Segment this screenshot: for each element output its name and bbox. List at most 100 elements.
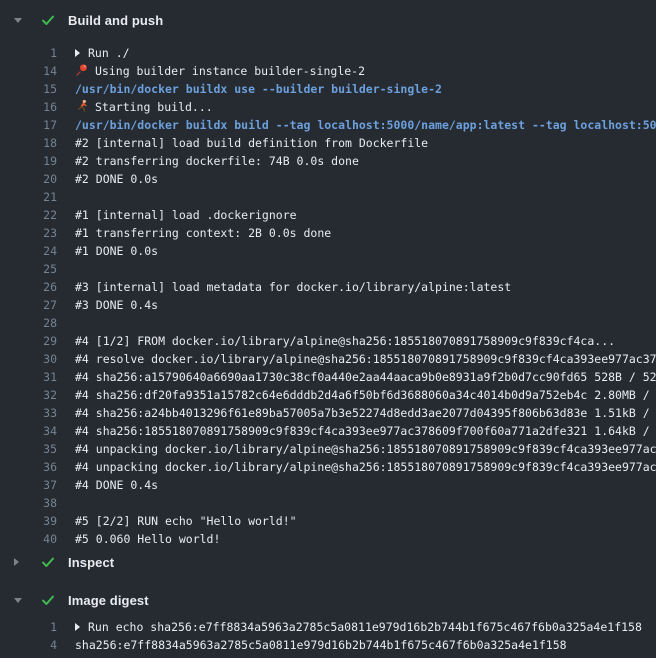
chevron-shape [14,558,19,566]
log-line-content [75,314,656,332]
line-number[interactable]: 24 [0,242,57,260]
section-title: Build and push [68,13,163,28]
log-text: #1 [internal] load .dockerignore [75,208,297,222]
line-number[interactable]: 4 [0,636,57,654]
log-line-content: #4 sha256:df20fa9351a15782c64e6dddb2d4a6… [75,386,656,404]
log-text: Using builder instance builder-single-2 [95,64,365,78]
log-text: Run ./ [88,46,130,60]
line-number[interactable]: 34 [0,422,57,440]
line-number[interactable]: 28 [0,314,57,332]
log-text: #4 unpacking docker.io/library/alpine@sh… [75,442,656,456]
log-line: 31 #4 sha256:a15790640a6690aa1730c38cf0a4… [0,368,656,386]
runner-icon [75,99,89,113]
log-line-content: Run echo sha256:e7ff8834a5963a2785c5a081… [75,618,656,636]
log-line: 21 [0,188,656,206]
log-line-content: #4 unpacking docker.io/library/alpine@sh… [75,440,656,458]
line-number[interactable]: 27 [0,296,57,314]
log-line: 23 #1 transferring context: 2B 0.0s done [0,224,656,242]
log-line-content: Using builder instance builder-single-2 [75,62,656,80]
line-number[interactable]: 33 [0,404,57,422]
log-line: 39 #5 [2/2] RUN echo "Hello world!" [0,512,656,530]
line-number[interactable]: 16 [0,98,57,116]
log-line-content: #5 [2/2] RUN echo "Hello world!" [75,512,656,530]
log-line: 25 [0,260,656,278]
line-number[interactable]: 36 [0,458,57,476]
section-header-image-digest[interactable]: Image digest [0,588,656,612]
log-text: #1 DONE 0.0s [75,244,158,258]
line-number[interactable]: 35 [0,440,57,458]
log-text: #2 DONE 0.0s [75,172,158,186]
log-line-content: sha256:e7ff8834a5963a2785c5a0811e979d16b… [75,636,656,654]
line-number[interactable]: 32 [0,386,57,404]
chevron-down-icon[interactable] [14,598,24,603]
log-line: 37 #4 DONE 0.4s [0,476,656,494]
log-text: Starting build... [95,100,213,114]
expand-arrow-icon[interactable] [75,623,80,631]
line-number[interactable]: 37 [0,476,57,494]
log-text: #1 transferring context: 2B 0.0s done [75,226,331,240]
log-line: 16 Starting build... [0,98,656,116]
log-line: 1 Run echo sha256:e7ff8834a5963a2785c5a08… [0,618,656,636]
log-line-content: /usr/bin/docker buildx use --builder bui… [75,80,656,98]
line-number[interactable]: 23 [0,224,57,242]
log-line: 22 #1 [internal] load .dockerignore [0,206,656,224]
log-line-content: #4 DONE 0.4s [75,476,656,494]
chevron-right-icon[interactable] [14,558,24,566]
log-text: sha256:e7ff8834a5963a2785c5a0811e979d16b… [75,638,567,652]
log-line: 4 sha256:e7ff8834a5963a2785c5a0811e979d16… [0,636,656,654]
expand-arrow-icon[interactable] [75,49,80,57]
log-line-content: #4 resolve docker.io/library/alpine@sha2… [75,350,656,368]
line-number[interactable]: 14 [0,62,57,80]
check-icon [40,12,56,28]
log-text: #4 resolve docker.io/library/alpine@sha2… [75,352,656,366]
log-line-content: #4 sha256:a15790640a6690aa1730c38cf0a440… [75,368,656,386]
check-icon [40,592,56,608]
log-line-content: #2 DONE 0.0s [75,170,656,188]
chevron-down-icon[interactable] [14,18,24,23]
log-line: 26 #3 [internal] load metadata for docker… [0,278,656,296]
log-text: #2 [internal] load build definition from… [75,136,428,150]
line-number[interactable]: 29 [0,332,57,350]
log-line-content [75,188,656,206]
log-line-content: #1 [internal] load .dockerignore [75,206,656,224]
log-line: 33 #4 sha256:a24bb4013296f61e89ba57005a7b… [0,404,656,422]
line-number[interactable]: 15 [0,80,57,98]
chevron-shape [14,18,22,23]
log-text: #4 sha256:a15790640a6690aa1730c38cf0a440… [75,370,656,384]
line-number[interactable]: 17 [0,116,57,134]
line-number[interactable]: 26 [0,278,57,296]
line-number[interactable]: 25 [0,260,57,278]
section-title: Image digest [68,593,149,608]
log-line: 36 #4 unpacking docker.io/library/alpine@… [0,458,656,476]
log-line-content: #1 DONE 0.0s [75,242,656,260]
line-number[interactable]: 21 [0,188,57,206]
section-header-inspect[interactable]: Inspect [0,550,656,574]
log-viewer: Build and push1Run ./14Using builder ins… [0,0,656,658]
log-line-content: #3 [internal] load metadata for docker.i… [75,278,656,296]
line-number[interactable]: 31 [0,368,57,386]
chevron-shape [14,598,22,603]
log-line-content: #4 [1/2] FROM docker.io/library/alpine@s… [75,332,656,350]
log-lines-build-and-push: 1 Run ./ 14 Using builder instance builder-… [0,44,656,548]
line-number[interactable]: 20 [0,170,57,188]
log-line-content [75,260,656,278]
line-number[interactable]: 1 [0,618,57,636]
line-number[interactable]: 18 [0,134,57,152]
log-text: #4 sha256:df20fa9351a15782c64e6dddb2d4a6… [75,388,656,402]
pushpin-icon [75,63,89,77]
log-line-content: #3 DONE 0.4s [75,296,656,314]
log-text: #4 sha256:a24bb4013296f61e89ba57005a7b3e… [75,406,656,420]
line-number[interactable]: 1 [0,44,57,62]
log-text: #5 [2/2] RUN echo "Hello world!" [75,514,297,528]
log-text: #3 DONE 0.4s [75,298,158,312]
log-line: 35 #4 unpacking docker.io/library/alpine@… [0,440,656,458]
section-header-build-and-push[interactable]: Build and push [0,8,656,32]
line-number[interactable]: 30 [0,350,57,368]
line-number[interactable]: 19 [0,152,57,170]
line-number[interactable]: 40 [0,530,57,548]
line-number[interactable]: 38 [0,494,57,512]
log-line-content: #4 unpacking docker.io/library/alpine@sh… [75,458,656,476]
line-number[interactable]: 39 [0,512,57,530]
log-line-content: #4 sha256:185518070891758909c9f839cf4ca3… [75,422,656,440]
line-number[interactable]: 22 [0,206,57,224]
